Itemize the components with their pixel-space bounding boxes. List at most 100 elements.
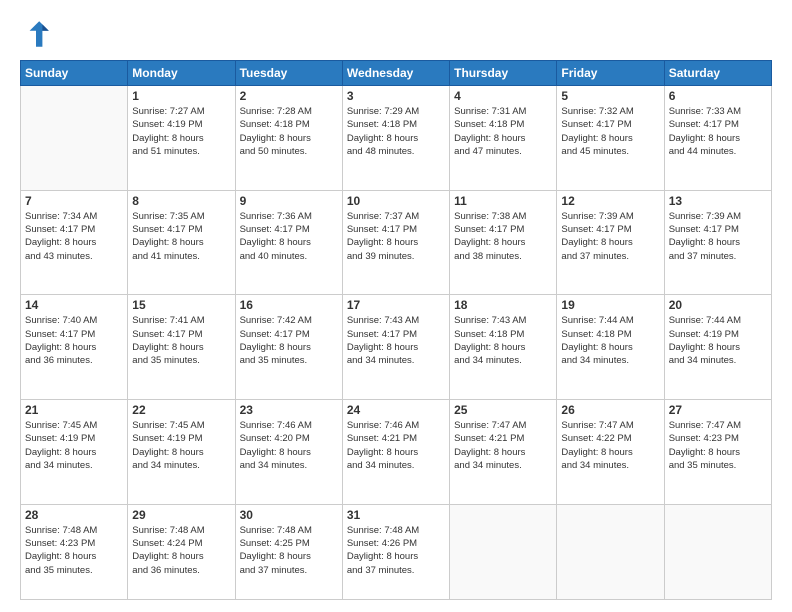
day-header-monday: Monday [128,61,235,86]
day-info: Sunrise: 7:31 AMSunset: 4:18 PMDaylight:… [454,105,552,158]
calendar-cell: 18 Sunrise: 7:43 AMSunset: 4:18 PMDayligh… [450,295,557,400]
day-info: Sunrise: 7:47 AMSunset: 4:23 PMDaylight:… [669,419,767,472]
calendar-cell: 20 Sunrise: 7:44 AMSunset: 4:19 PMDayligh… [664,295,771,400]
day-info: Sunrise: 7:40 AMSunset: 4:17 PMDaylight:… [25,314,123,367]
day-info: Sunrise: 7:44 AMSunset: 4:19 PMDaylight:… [669,314,767,367]
calendar-header-row: SundayMondayTuesdayWednesdayThursdayFrid… [21,61,772,86]
calendar-cell: 22 Sunrise: 7:45 AMSunset: 4:19 PMDayligh… [128,400,235,505]
calendar-cell: 30 Sunrise: 7:48 AMSunset: 4:25 PMDayligh… [235,504,342,599]
day-info: Sunrise: 7:27 AMSunset: 4:19 PMDaylight:… [132,105,230,158]
day-number: 3 [347,89,445,103]
day-number: 17 [347,298,445,312]
calendar-cell: 12Sunrise: 7:39 AMSunset: 4:17 PMDayligh… [557,190,664,295]
day-info: Sunrise: 7:36 AMSunset: 4:17 PMDaylight:… [240,210,338,263]
day-number: 13 [669,194,767,208]
day-info: Sunrise: 7:43 AMSunset: 4:17 PMDaylight:… [347,314,445,367]
day-info: Sunrise: 7:46 AMSunset: 4:21 PMDaylight:… [347,419,445,472]
calendar-cell: 3 Sunrise: 7:29 AMSunset: 4:18 PMDaylight… [342,86,449,191]
day-number: 20 [669,298,767,312]
calendar-cell [557,504,664,599]
week-row-1: 7 Sunrise: 7:34 AMSunset: 4:17 PMDaylight… [21,190,772,295]
day-number: 29 [132,508,230,522]
day-number: 2 [240,89,338,103]
day-info: Sunrise: 7:48 AMSunset: 4:25 PMDaylight:… [240,524,338,577]
day-info: Sunrise: 7:39 AMSunset: 4:17 PMDaylight:… [669,210,767,263]
calendar-cell: 11 Sunrise: 7:38 AMSunset: 4:17 PMDayligh… [450,190,557,295]
calendar-cell: 27 Sunrise: 7:47 AMSunset: 4:23 PMDayligh… [664,400,771,505]
day-number: 6 [669,89,767,103]
calendar-cell: 4 Sunrise: 7:31 AMSunset: 4:18 PMDaylight… [450,86,557,191]
day-header-sunday: Sunday [21,61,128,86]
calendar-cell [21,86,128,191]
page: SundayMondayTuesdayWednesdayThursdayFrid… [0,0,792,612]
day-number: 19 [561,298,659,312]
calendar-cell: 2 Sunrise: 7:28 AMSunset: 4:18 PMDaylight… [235,86,342,191]
calendar-cell: 28 Sunrise: 7:48 AMSunset: 4:23 PMDayligh… [21,504,128,599]
day-header-thursday: Thursday [450,61,557,86]
day-number: 31 [347,508,445,522]
calendar-cell: 16Sunrise: 7:42 AMSunset: 4:17 PMDayligh… [235,295,342,400]
day-info: Sunrise: 7:37 AMSunset: 4:17 PMDaylight:… [347,210,445,263]
day-info: Sunrise: 7:48 AMSunset: 4:24 PMDaylight:… [132,524,230,577]
calendar-cell: 15Sunrise: 7:41 AMSunset: 4:17 PMDayligh… [128,295,235,400]
calendar-cell: 31Sunrise: 7:48 AMSunset: 4:26 PMDayligh… [342,504,449,599]
day-number: 28 [25,508,123,522]
calendar-cell: 14 Sunrise: 7:40 AMSunset: 4:17 PMDayligh… [21,295,128,400]
week-row-3: 21 Sunrise: 7:45 AMSunset: 4:19 PMDayligh… [21,400,772,505]
day-info: Sunrise: 7:46 AMSunset: 4:20 PMDaylight:… [240,419,338,472]
day-number: 22 [132,403,230,417]
day-number: 25 [454,403,552,417]
day-info: Sunrise: 7:44 AMSunset: 4:18 PMDaylight:… [561,314,659,367]
day-info: Sunrise: 7:45 AMSunset: 4:19 PMDaylight:… [132,419,230,472]
day-info: Sunrise: 7:38 AMSunset: 4:17 PMDaylight:… [454,210,552,263]
day-header-tuesday: Tuesday [235,61,342,86]
day-info: Sunrise: 7:35 AMSunset: 4:17 PMDaylight:… [132,210,230,263]
calendar-cell: 1Sunrise: 7:27 AMSunset: 4:19 PMDaylight… [128,86,235,191]
day-info: Sunrise: 7:45 AMSunset: 4:19 PMDaylight:… [25,419,123,472]
day-number: 21 [25,403,123,417]
day-info: Sunrise: 7:43 AMSunset: 4:18 PMDaylight:… [454,314,552,367]
calendar-cell [450,504,557,599]
calendar-cell [664,504,771,599]
day-number: 23 [240,403,338,417]
calendar-cell: 25 Sunrise: 7:47 AMSunset: 4:21 PMDayligh… [450,400,557,505]
calendar-cell: 13 Sunrise: 7:39 AMSunset: 4:17 PMDayligh… [664,190,771,295]
calendar-cell: 24 Sunrise: 7:46 AMSunset: 4:21 PMDayligh… [342,400,449,505]
day-number: 18 [454,298,552,312]
header [20,18,772,50]
day-number: 11 [454,194,552,208]
calendar-cell: 9 Sunrise: 7:36 AMSunset: 4:17 PMDaylight… [235,190,342,295]
day-number: 14 [25,298,123,312]
calendar-cell: 5Sunrise: 7:32 AMSunset: 4:17 PMDaylight… [557,86,664,191]
day-number: 4 [454,89,552,103]
calendar-cell: 17 Sunrise: 7:43 AMSunset: 4:17 PMDayligh… [342,295,449,400]
day-info: Sunrise: 7:32 AMSunset: 4:17 PMDaylight:… [561,105,659,158]
day-number: 16 [240,298,338,312]
day-header-wednesday: Wednesday [342,61,449,86]
week-row-2: 14 Sunrise: 7:40 AMSunset: 4:17 PMDayligh… [21,295,772,400]
day-number: 8 [132,194,230,208]
day-number: 24 [347,403,445,417]
day-info: Sunrise: 7:29 AMSunset: 4:18 PMDaylight:… [347,105,445,158]
calendar-cell: 26 Sunrise: 7:47 AMSunset: 4:22 PMDayligh… [557,400,664,505]
day-number: 7 [25,194,123,208]
day-number: 27 [669,403,767,417]
calendar-cell: 19 Sunrise: 7:44 AMSunset: 4:18 PMDayligh… [557,295,664,400]
logo [20,18,56,50]
day-info: Sunrise: 7:47 AMSunset: 4:21 PMDaylight:… [454,419,552,472]
day-number: 9 [240,194,338,208]
week-row-0: 1Sunrise: 7:27 AMSunset: 4:19 PMDaylight… [21,86,772,191]
logo-icon [20,18,52,50]
day-info: Sunrise: 7:28 AMSunset: 4:18 PMDaylight:… [240,105,338,158]
calendar-cell: 29 Sunrise: 7:48 AMSunset: 4:24 PMDayligh… [128,504,235,599]
day-info: Sunrise: 7:33 AMSunset: 4:17 PMDaylight:… [669,105,767,158]
day-header-saturday: Saturday [664,61,771,86]
calendar-table: SundayMondayTuesdayWednesdayThursdayFrid… [20,60,772,600]
day-info: Sunrise: 7:34 AMSunset: 4:17 PMDaylight:… [25,210,123,263]
day-info: Sunrise: 7:48 AMSunset: 4:23 PMDaylight:… [25,524,123,577]
week-row-4: 28 Sunrise: 7:48 AMSunset: 4:23 PMDayligh… [21,504,772,599]
day-number: 26 [561,403,659,417]
calendar-cell: 8 Sunrise: 7:35 AMSunset: 4:17 PMDaylight… [128,190,235,295]
day-number: 30 [240,508,338,522]
day-info: Sunrise: 7:47 AMSunset: 4:22 PMDaylight:… [561,419,659,472]
